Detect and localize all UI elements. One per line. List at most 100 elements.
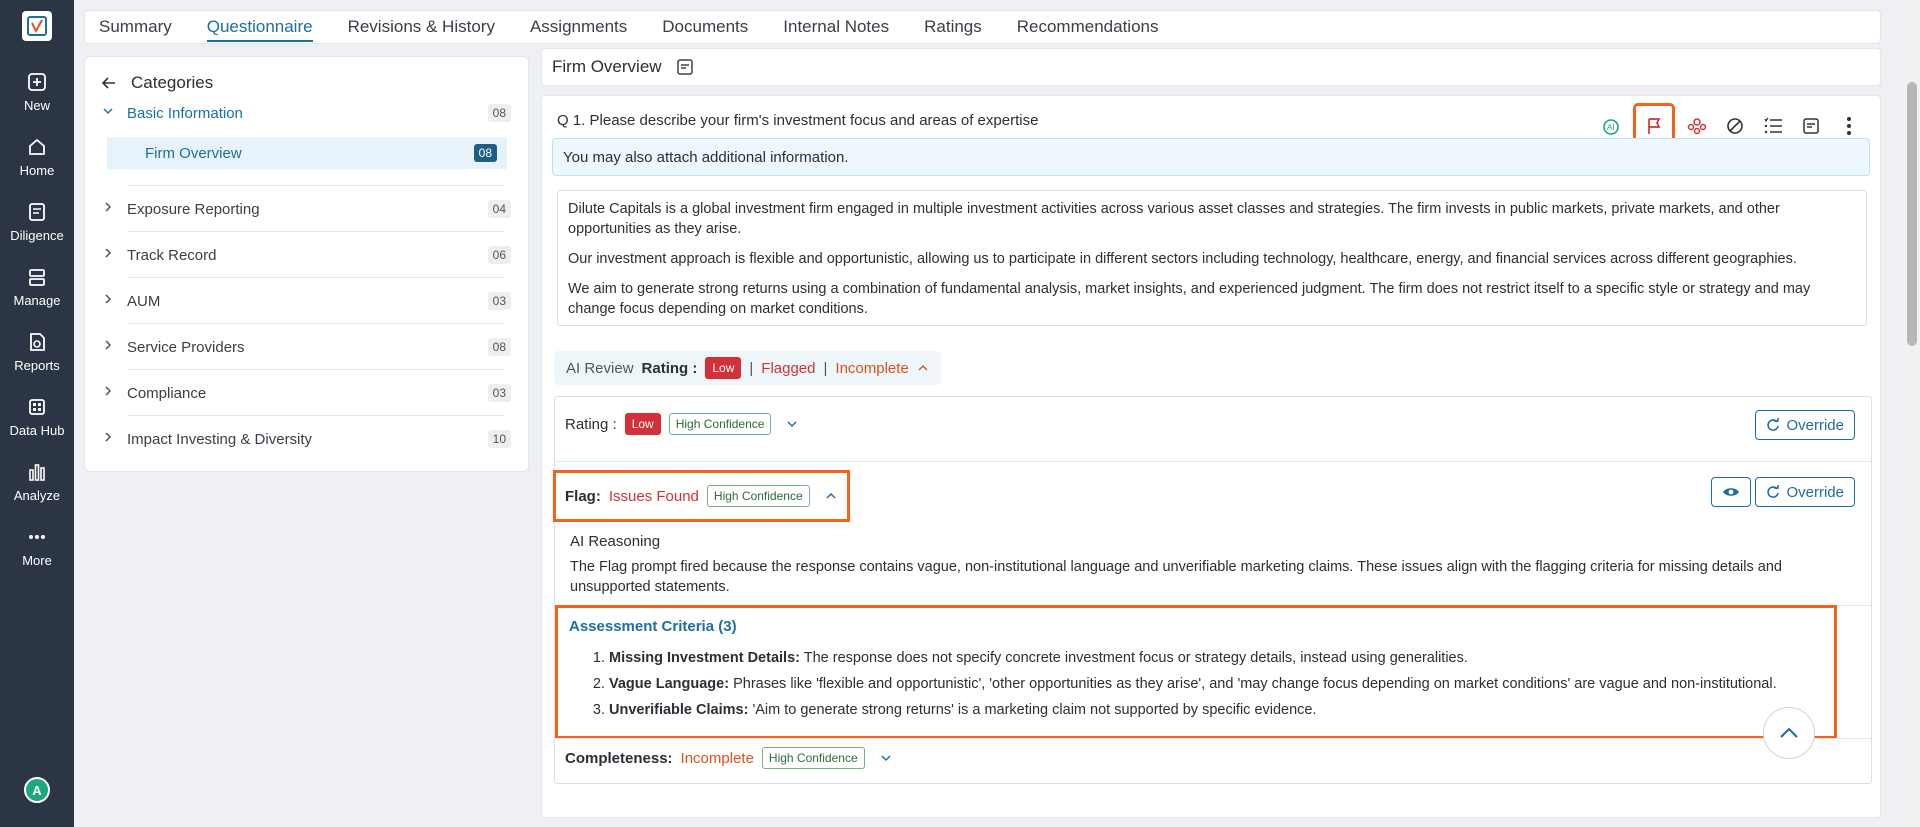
ai-review-label: AI Review	[566, 359, 634, 377]
flag-label: Flag:	[565, 487, 601, 505]
category-label: Track Record	[127, 246, 217, 264]
kebab-menu-icon[interactable]	[1836, 113, 1862, 139]
tab-documents[interactable]: Documents	[662, 10, 748, 44]
nav-analyze-label: Analyze	[13, 487, 61, 503]
override-label: Override	[1786, 483, 1844, 501]
tab-ratings[interactable]: Ratings	[924, 10, 982, 44]
answer-paragraph: We aim to generate strong returns using …	[568, 281, 1811, 317]
refresh-icon	[1767, 485, 1780, 498]
app-logo[interactable]	[22, 11, 52, 41]
divider	[555, 461, 1871, 462]
nav-diligence[interactable]: Diligence	[0, 189, 74, 254]
nav-manage[interactable]: Manage	[0, 254, 74, 319]
nav-home[interactable]: Home	[0, 124, 74, 189]
nav-data-hub[interactable]: Data Hub	[0, 384, 74, 449]
tab-summary[interactable]: Summary	[99, 10, 172, 44]
user-avatar[interactable]: A	[24, 777, 50, 803]
divider	[127, 231, 505, 232]
category-service-providers[interactable]: Service Providers 08	[101, 331, 511, 363]
ai-reasoning-title: AI Reasoning	[570, 533, 661, 550]
flagged-status: Flagged	[761, 359, 816, 377]
block-icon[interactable]	[1722, 113, 1748, 139]
subcategory-label: Firm Overview	[145, 144, 242, 162]
assessment-criteria-list: Missing Investment Details: The response…	[595, 645, 1777, 723]
team-icon[interactable]	[1684, 113, 1710, 139]
category-aum[interactable]: AUM 03	[101, 285, 511, 317]
chevron-up-icon[interactable]	[818, 489, 844, 503]
tab-revisions-history[interactable]: Revisions & History	[348, 10, 495, 44]
scroll-to-top-button[interactable]	[1763, 707, 1815, 759]
chevron-down-icon[interactable]	[873, 751, 899, 765]
manage-icon	[29, 268, 45, 286]
completeness-value: Incomplete	[680, 749, 754, 767]
tab-questionnaire[interactable]: Questionnaire	[206, 10, 313, 44]
ai-review-summary[interactable]: AI Review Rating : Low | Flagged | Incom…	[554, 351, 941, 385]
category-track-record[interactable]: Track Record 06	[101, 239, 511, 271]
section-title: Firm Overview	[552, 57, 662, 76]
rating-label: Rating :	[565, 415, 617, 433]
scrollbar-thumb[interactable]	[1907, 82, 1917, 346]
divider	[555, 738, 1871, 739]
rating-row: Rating : Low High Confidence	[555, 409, 1871, 439]
category-count: 08	[487, 104, 511, 122]
category-label: Basic Information	[127, 104, 243, 122]
nav-home-label: Home	[19, 162, 55, 178]
confidence-badge: High Confidence	[668, 413, 772, 435]
flag-row: Flag: Issues Found High Confidence	[555, 481, 1871, 511]
logo-icon	[27, 16, 47, 36]
diligence-icon	[29, 202, 45, 221]
categories-title: Categories	[131, 73, 214, 92]
category-compliance[interactable]: Compliance 03	[101, 377, 511, 409]
bar-chart-icon	[29, 463, 45, 481]
ai-rating-label: Rating :	[641, 359, 698, 377]
eye-icon	[1723, 488, 1739, 496]
chevron-down-icon	[101, 104, 119, 122]
question-panel: Q 1. Please describe your firm's investm…	[541, 95, 1881, 818]
category-basic-information[interactable]: Basic Information 08	[101, 97, 511, 129]
ai-reasoning-text: The Flag prompt fired because the respon…	[570, 559, 1782, 595]
list-icon[interactable]	[1760, 113, 1786, 139]
override-label: Override	[1786, 416, 1844, 434]
nav-more-label: More	[22, 552, 52, 568]
category-exposure-reporting[interactable]: Exposure Reporting 04	[101, 193, 511, 225]
back-arrow-icon[interactable]	[101, 75, 117, 91]
flag-override-button[interactable]: Override	[1755, 477, 1855, 507]
nav-new-label: New	[23, 97, 50, 113]
separator: |	[823, 359, 828, 377]
chevron-up-icon[interactable]	[917, 362, 929, 374]
data-hub-icon	[29, 398, 45, 415]
chevron-right-icon	[101, 338, 119, 356]
view-button[interactable]	[1711, 477, 1751, 507]
tab-recommendations[interactable]: Recommendations	[1017, 10, 1159, 44]
assessment-criteria-title[interactable]: Assessment Criteria (3)	[569, 618, 737, 635]
nav-analyze[interactable]: Analyze	[0, 449, 74, 514]
more-dots-icon	[29, 534, 45, 539]
criteria-term: Missing Investment Details:	[609, 650, 800, 666]
tab-assignments[interactable]: Assignments	[530, 10, 627, 44]
category-label: Impact Investing & Diversity	[127, 430, 313, 448]
reports-icon	[30, 332, 45, 351]
notes-icon[interactable]	[676, 58, 694, 76]
svg-text:AI: AI	[1607, 123, 1615, 132]
category-count: 04	[487, 200, 511, 218]
category-count: 03	[487, 292, 511, 310]
tab-internal-notes[interactable]: Internal Notes	[783, 10, 889, 44]
ai-review-icon[interactable]: AI	[1598, 113, 1624, 139]
note-icon[interactable]	[1798, 113, 1824, 139]
subcategory-firm-overview[interactable]: Firm Overview 08	[107, 137, 507, 169]
divider	[555, 605, 1871, 606]
top-tab-bar: Summary Questionnaire Revisions & Histor…	[84, 10, 1881, 44]
nav-more[interactable]: More	[0, 514, 74, 579]
page-scrollbar[interactable]	[1904, 0, 1920, 827]
criteria-text: 'Aim to generate strong returns' is a ma…	[752, 702, 1317, 718]
chevron-down-icon[interactable]	[779, 417, 805, 431]
nav-reports-label: Reports	[14, 357, 60, 373]
nav-new[interactable]: New	[0, 59, 74, 124]
category-label: AUM	[127, 292, 161, 310]
category-impact-investing-diversity[interactable]: Impact Investing & Diversity 10	[101, 423, 511, 455]
nav-reports[interactable]: Reports	[0, 319, 74, 384]
answer-paragraph: Our investment approach is flexible and …	[568, 251, 1797, 267]
rating-override-button[interactable]: Override	[1755, 410, 1855, 440]
chevron-up-icon	[1780, 727, 1798, 738]
divider	[127, 323, 505, 324]
